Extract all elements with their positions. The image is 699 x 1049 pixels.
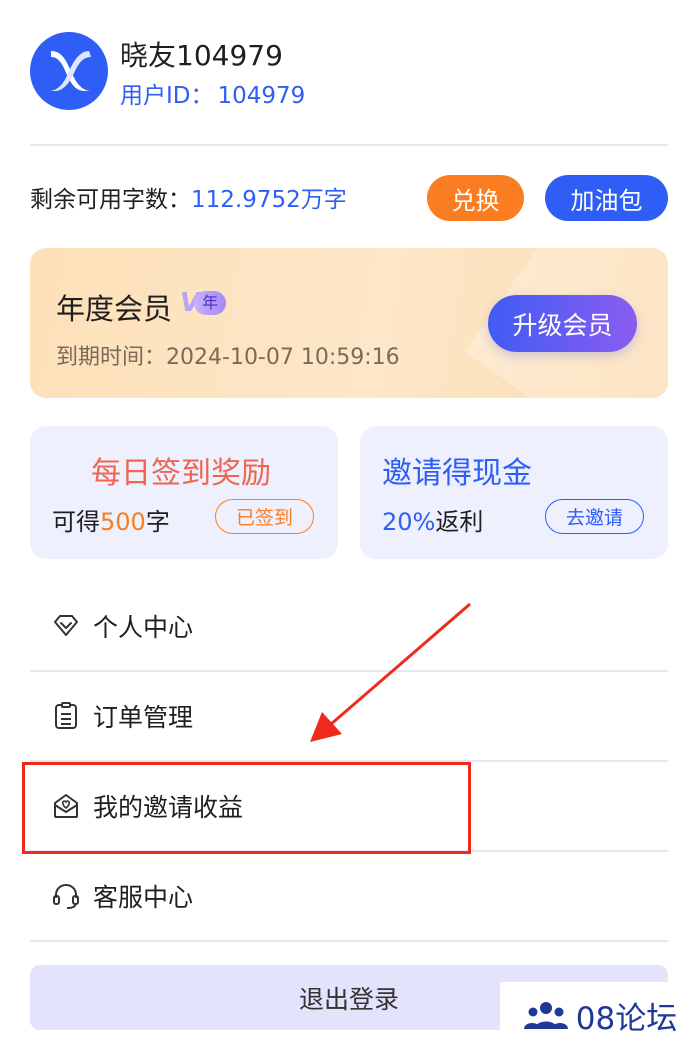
annotation-highlight-box bbox=[22, 762, 471, 854]
people-group-icon bbox=[523, 1001, 568, 1029]
annotation-arrow bbox=[310, 602, 471, 742]
forum-watermark: 08论坛 bbox=[500, 982, 699, 1049]
watermark-text: 08论坛 bbox=[575, 1001, 678, 1037]
